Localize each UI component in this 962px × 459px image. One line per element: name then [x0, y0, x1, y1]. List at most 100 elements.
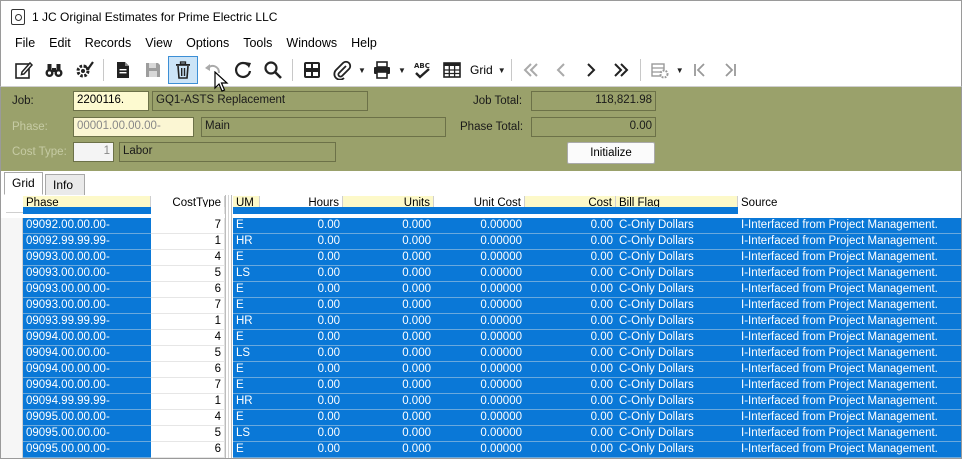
- phase-cell[interactable]: 09094.00.00.00-: [23, 362, 151, 378]
- units-cell[interactable]: 0.000: [343, 426, 434, 442]
- tab-info[interactable]: Info: [45, 174, 85, 195]
- row-selector[interactable]: [1, 330, 23, 346]
- um-cell[interactable]: E: [233, 298, 260, 314]
- costtype-cell[interactable]: 1: [151, 314, 225, 330]
- initialize-button[interactable]: Initialize: [567, 142, 655, 164]
- hours-cell[interactable]: 0.00: [260, 314, 343, 330]
- cost-cell[interactable]: 0.00: [525, 298, 616, 314]
- bill-flag-cell[interactable]: C-Only Dollars: [616, 410, 738, 426]
- source-cell[interactable]: I-Interfaced from Project Management.: [738, 394, 961, 410]
- hours-cell[interactable]: 0.00: [260, 218, 343, 234]
- units-cell[interactable]: 0.000: [343, 314, 434, 330]
- phase-cell[interactable]: 09093.99.99.99-: [23, 314, 151, 330]
- first-record-button[interactable]: [516, 56, 546, 84]
- row-selector[interactable]: [1, 314, 23, 330]
- source-cell[interactable]: I-Interfaced from Project Management.: [738, 298, 961, 314]
- um-cell[interactable]: E: [233, 362, 260, 378]
- hours-cell[interactable]: 0.00: [260, 234, 343, 250]
- costtype-cell[interactable]: 5: [151, 426, 225, 442]
- hours-cell[interactable]: 0.00: [260, 346, 343, 362]
- phase-cell[interactable]: 09094.00.00.00-: [23, 330, 151, 346]
- search-button[interactable]: [258, 56, 288, 84]
- edit-button[interactable]: [9, 56, 39, 84]
- costtype-cell[interactable]: 5: [151, 346, 225, 362]
- previous-record-button[interactable]: [546, 56, 576, 84]
- row-selector[interactable]: [1, 442, 23, 458]
- attachment-button[interactable]: [327, 56, 357, 84]
- table-row[interactable]: 09093.00.00.00- 4 E 0.00 0.000 0.00000 0.00 C-O…: [1, 250, 961, 266]
- cost-cell[interactable]: 0.00: [525, 330, 616, 346]
- bill-flag-cell[interactable]: C-Only Dollars: [616, 250, 738, 266]
- um-cell[interactable]: E: [233, 330, 260, 346]
- hours-cell[interactable]: 0.00: [260, 250, 343, 266]
- hours-cell[interactable]: 0.00: [260, 330, 343, 346]
- unit-cost-cell[interactable]: 0.00000: [434, 362, 525, 378]
- source-cell[interactable]: I-Interfaced from Project Management.: [738, 442, 961, 458]
- columns-button[interactable]: [297, 56, 327, 84]
- bill-flag-cell[interactable]: C-Only Dollars: [616, 266, 738, 282]
- unit-cost-cell[interactable]: 0.00000: [434, 250, 525, 266]
- table-row[interactable]: 09093.99.99.99- 1 HR 0.00 0.000 0.00000 0.00 C-…: [1, 314, 961, 330]
- unit-cost-cell[interactable]: 0.00000: [434, 234, 525, 250]
- job-input[interactable]: 2200116.: [73, 91, 149, 111]
- costtype-cell[interactable]: 7: [151, 218, 225, 234]
- table-row[interactable]: 09095.00.00.00- 6 E 0.00 0.000 0.00000 0.00 C-O…: [1, 442, 961, 458]
- phase-cell[interactable]: 09092.99.99.99-: [23, 234, 151, 250]
- table-row[interactable]: 09094.99.99.99- 1 HR 0.00 0.000 0.00000 0.00 C-…: [1, 394, 961, 410]
- row-selector[interactable]: [1, 298, 23, 314]
- cost-cell[interactable]: 0.00: [525, 314, 616, 330]
- grid-settings-button[interactable]: [645, 56, 675, 84]
- unit-cost-cell[interactable]: 0.00000: [434, 314, 525, 330]
- bill-flag-cell[interactable]: C-Only Dollars: [616, 378, 738, 394]
- phase-input[interactable]: 00001.00.00.00-: [73, 117, 194, 137]
- unit-cost-cell[interactable]: 0.00000: [434, 394, 525, 410]
- table-row[interactable]: 09094.00.00.00- 7 E 0.00 0.000 0.00000 0.00 C-O…: [1, 378, 961, 394]
- source-cell[interactable]: I-Interfaced from Project Management.: [738, 314, 961, 330]
- source-cell[interactable]: I-Interfaced from Project Management.: [738, 346, 961, 362]
- costtype-cell[interactable]: 6: [151, 282, 225, 298]
- hours-cell[interactable]: 0.00: [260, 362, 343, 378]
- cost-cell[interactable]: 0.00: [525, 426, 616, 442]
- units-cell[interactable]: 0.000: [343, 250, 434, 266]
- cost-cell[interactable]: 0.00: [525, 394, 616, 410]
- units-cell[interactable]: 0.000: [343, 394, 434, 410]
- source-cell[interactable]: I-Interfaced from Project Management.: [738, 266, 961, 282]
- bill-flag-cell[interactable]: C-Only Dollars: [616, 346, 738, 362]
- phase-cell[interactable]: 09092.00.00.00-: [23, 218, 151, 234]
- unit-cost-cell[interactable]: 0.00000: [434, 378, 525, 394]
- units-cell[interactable]: 0.000: [343, 330, 434, 346]
- phase-cell[interactable]: 09093.00.00.00-: [23, 250, 151, 266]
- cost-cell[interactable]: 0.00: [525, 266, 616, 282]
- costtype-cell[interactable]: 1: [151, 234, 225, 250]
- um-cell[interactable]: E: [233, 250, 260, 266]
- um-cell[interactable]: E: [233, 218, 260, 234]
- table-row[interactable]: 09092.99.99.99- 1 HR 0.00 0.000 0.00000 0.00 C-…: [1, 234, 961, 250]
- unit-cost-cell[interactable]: 0.00000: [434, 218, 525, 234]
- source-cell[interactable]: I-Interfaced from Project Management.: [738, 378, 961, 394]
- delete-button[interactable]: [168, 56, 198, 84]
- cost-cell[interactable]: 0.00: [525, 378, 616, 394]
- um-cell[interactable]: E: [233, 378, 260, 394]
- um-cell[interactable]: HR: [233, 394, 260, 410]
- row-selector[interactable]: [1, 266, 23, 282]
- unit-cost-cell[interactable]: 0.00000: [434, 298, 525, 314]
- um-cell[interactable]: E: [233, 410, 260, 426]
- um-cell[interactable]: HR: [233, 314, 260, 330]
- units-cell[interactable]: 0.000: [343, 282, 434, 298]
- bill-flag-cell[interactable]: C-Only Dollars: [616, 394, 738, 410]
- menu-windows[interactable]: Windows: [279, 36, 344, 50]
- um-cell[interactable]: LS: [233, 426, 260, 442]
- bill-flag-cell[interactable]: C-Only Dollars: [616, 426, 738, 442]
- unit-cost-cell[interactable]: 0.00000: [434, 442, 525, 458]
- bill-flag-cell[interactable]: C-Only Dollars: [616, 282, 738, 298]
- cost-cell[interactable]: 0.00: [525, 234, 616, 250]
- units-cell[interactable]: 0.000: [343, 442, 434, 458]
- costtype-cell[interactable]: 4: [151, 410, 225, 426]
- phase-cell[interactable]: 09094.00.00.00-: [23, 378, 151, 394]
- source-cell[interactable]: I-Interfaced from Project Management.: [738, 250, 961, 266]
- last-button[interactable]: [715, 56, 745, 84]
- source-cell[interactable]: I-Interfaced from Project Management.: [738, 218, 961, 234]
- phase-cell[interactable]: 09095.00.00.00-: [23, 426, 151, 442]
- costtype-cell[interactable]: 6: [151, 442, 225, 458]
- attachment-dropdown-icon[interactable]: ▼: [357, 66, 367, 75]
